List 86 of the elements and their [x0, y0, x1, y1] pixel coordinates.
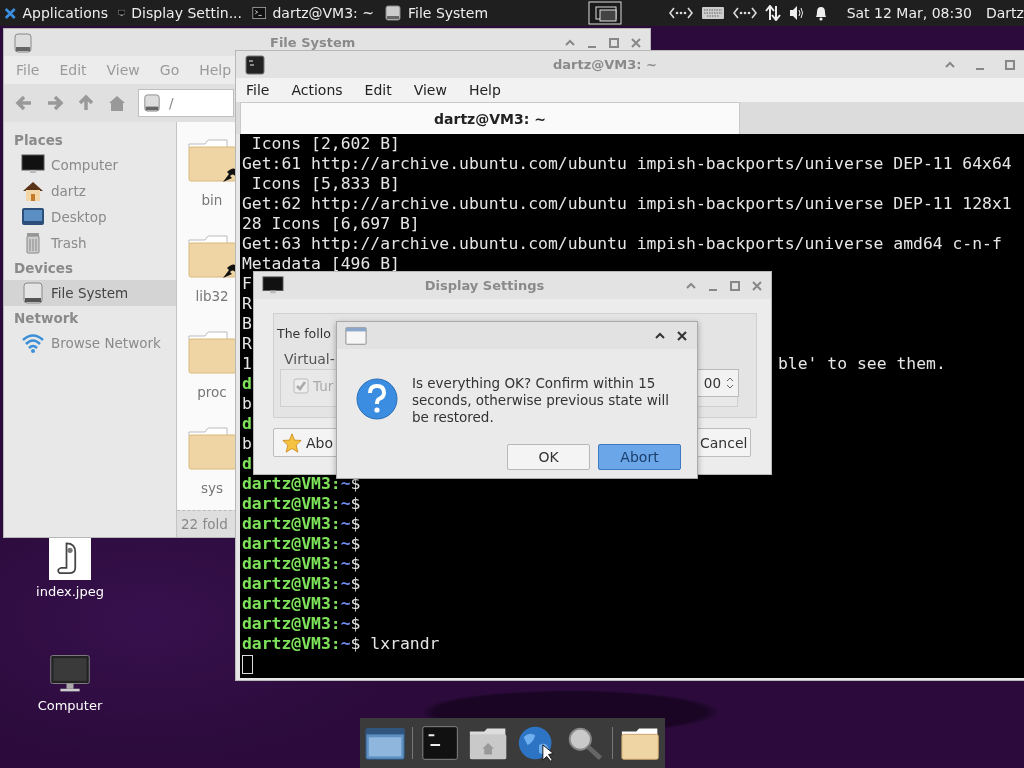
terminal-line: dartz@VM3:~$ — [242, 614, 361, 633]
spin-arrows-icon[interactable] — [725, 375, 735, 391]
status-bar: 22 fold — [177, 510, 237, 537]
terminal-line: dartz@VM3:~$ — [242, 494, 361, 513]
terminal-line: dartz@VM3:~$ — [242, 514, 361, 533]
terminal-line: Icons [5,833 B] — [250, 174, 400, 193]
file-name[interactable]: lib32 — [195, 288, 229, 304]
terminal-line: d — [242, 414, 252, 433]
terminal-line: Get:63 http://archive.ubuntu.com/ubuntu impish-backports/universe amd64 c-n-f — [242, 234, 1002, 253]
question-icon — [356, 378, 398, 420]
sidebar-heading: Network — [13, 309, 80, 328]
menu-item[interactable]: Help — [468, 82, 501, 98]
terminal-line: d — [242, 374, 252, 393]
window-title: Display Settings — [423, 278, 546, 293]
desktop-icon — [21, 206, 45, 228]
terminal-line: R — [242, 294, 252, 313]
path-field[interactable]: / — [138, 89, 234, 117]
maximize-icon[interactable] — [1004, 58, 1016, 71]
window-title: dartz@VM3: ~ — [552, 57, 658, 72]
dialog-button[interactable]: Abort — [598, 444, 681, 470]
folder-link-icon[interactable] — [187, 138, 237, 184]
terminal-line: Get:62 http://archive.ubuntu.com/ubuntu impish-backports/universe DEP-11 128x1 — [242, 194, 1012, 213]
menu-item[interactable]: Actions — [291, 82, 343, 98]
applications-menu[interactable]: Applications — [0, 0, 112, 26]
terminal-line: dartz@VM3:~$ — [242, 534, 361, 553]
maximize-icon[interactable] — [729, 279, 741, 292]
terminal-line: F — [242, 274, 252, 293]
network-icon[interactable] — [732, 6, 757, 20]
workspace-icon[interactable] — [588, 1, 622, 25]
desktop-icon-label[interactable]: index.jpeg — [36, 584, 104, 599]
taskbar-button[interactable]: File System — [378, 0, 512, 26]
terminal-line: dartz@VM3:~$ — [242, 594, 361, 613]
window-icon — [345, 325, 367, 346]
drive-icon — [143, 94, 161, 112]
terminal-line: dartz@VM3:~$ — [242, 574, 361, 593]
file-name[interactable]: sys — [200, 480, 224, 496]
folder-link-icon[interactable] — [187, 234, 237, 280]
terminal-icon — [244, 54, 266, 75]
terminal-icon — [252, 5, 267, 21]
monitor-icon — [21, 154, 45, 176]
terminal-line: b — [242, 434, 252, 453]
drive-icon — [21, 282, 45, 304]
wifi-icon — [21, 332, 45, 354]
user-name[interactable]: Dartz — [986, 5, 1024, 21]
terminal-line: Get:61 http://archive.ubuntu.com/ubuntu impish-backports/universe DEP-11 64x64 — [242, 154, 1012, 173]
drive-icon — [12, 32, 34, 53]
drive-icon — [384, 5, 402, 21]
maximize-icon[interactable] — [608, 36, 620, 49]
sidebar-heading: Devices — [13, 259, 74, 278]
taskbar-button[interactable]: dartz@VM3: ~ — [246, 0, 378, 26]
close-icon[interactable] — [676, 329, 688, 342]
home-icon — [21, 180, 45, 202]
terminal-text: ble' to see them. — [778, 354, 946, 374]
intro-text: The follo — [277, 326, 331, 341]
dialog-message: Is everything OK? Confirm within 15 seconds, otherwise previous state will be restored. — [412, 374, 670, 426]
terminal-line: Metadata [496 B] — [242, 254, 400, 273]
transfer-icon[interactable] — [764, 5, 781, 21]
logo-icon — [4, 6, 17, 20]
file-name[interactable]: proc — [197, 384, 227, 400]
window-title: File System — [269, 35, 357, 50]
keyboard-icon[interactable] — [700, 6, 725, 20]
terminal-line: b — [242, 394, 252, 413]
menu-item[interactable]: View — [413, 82, 447, 98]
dialog-button[interactable]: OK — [507, 444, 590, 470]
monitor-icon — [262, 275, 284, 296]
clock[interactable]: Sat 12 Mar, 08:30 — [846, 5, 972, 21]
terminal-tab[interactable]: dartz@VM3: ~ — [240, 102, 740, 134]
menu-item[interactable]: File — [246, 82, 270, 98]
network-icon[interactable] — [668, 6, 693, 20]
terminal-line: dartz@VM3:~$ lxrandr — [242, 634, 440, 653]
terminal-line: R — [242, 334, 252, 353]
terminal-line: Icons [2,602 B] — [250, 134, 400, 153]
file-name[interactable]: bin — [201, 192, 223, 208]
terminal-line: d — [242, 454, 252, 473]
taskbar-button[interactable]: Display Settin... — [112, 0, 246, 26]
desktop-icon-label[interactable]: Computer — [37, 698, 103, 713]
menu-item[interactable]: Edit — [364, 82, 392, 98]
terminal-line: B — [242, 314, 252, 333]
volume-icon[interactable] — [788, 5, 805, 21]
terminal-line: 1 — [242, 354, 252, 373]
sidebar-heading: Places — [13, 131, 64, 150]
star-icon — [282, 432, 302, 453]
group-label: Virtual- — [284, 351, 335, 367]
terminal-line: dartz@VM3:~$ — [242, 554, 361, 573]
sidebar-item[interactable]: File System — [4, 280, 176, 306]
terminal-line: 28 Icons [6,697 B] — [242, 214, 420, 233]
